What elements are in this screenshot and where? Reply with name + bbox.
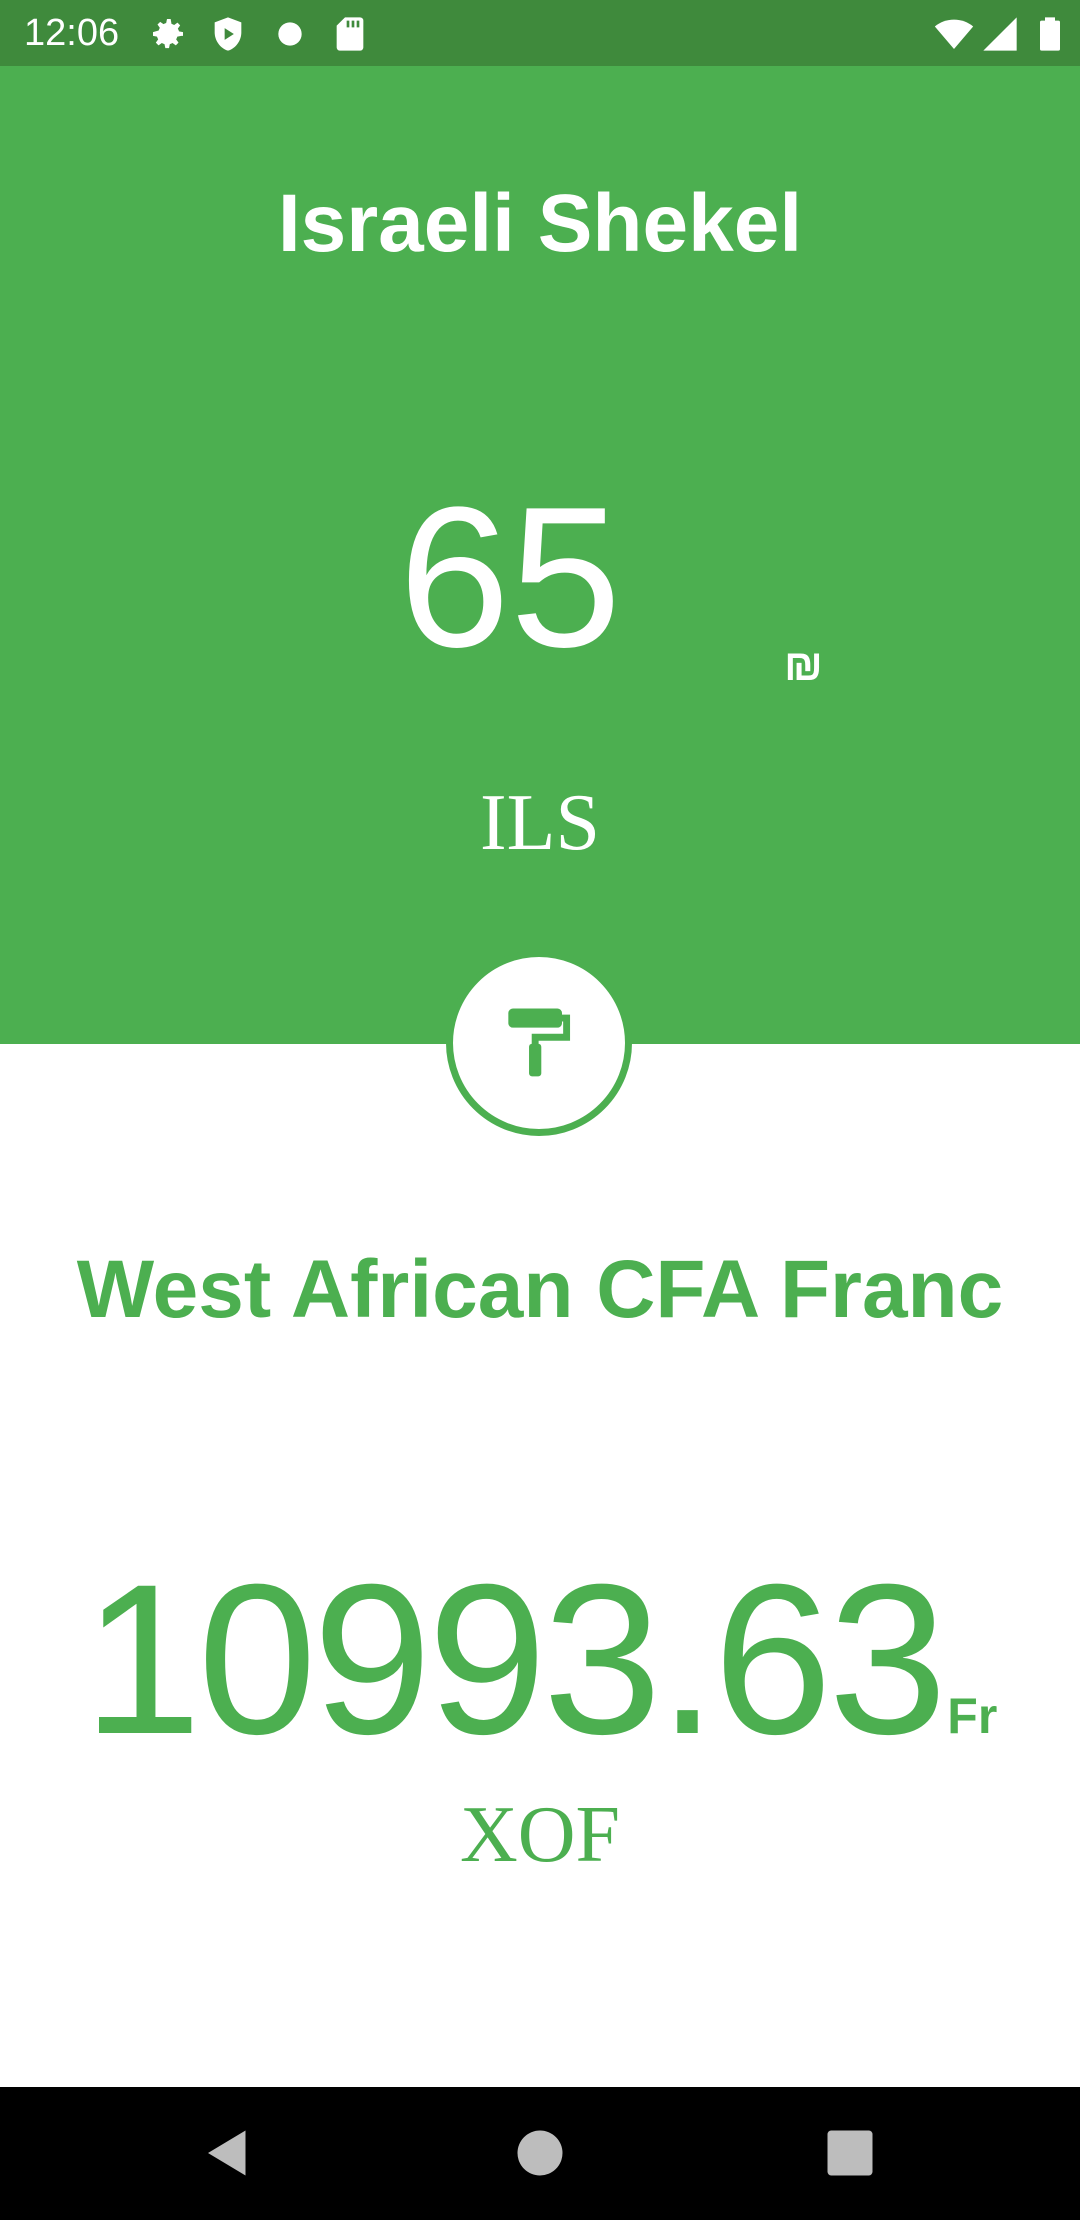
to-currency-symbol: Fr (947, 1688, 998, 1744)
dot-icon (278, 22, 302, 46)
settings-icon (153, 19, 183, 49)
status-bar: 12:06 (0, 0, 1080, 66)
to-amount: 10993.63 (82, 1540, 948, 1779)
swap-button[interactable] (446, 950, 632, 1136)
from-currency-name[interactable]: Israeli Shekel (0, 174, 1080, 274)
signal-icon (983, 17, 1017, 51)
status-time: 12:06 (24, 12, 120, 54)
wifi-icon (934, 19, 974, 49)
back-icon[interactable] (198, 2123, 258, 2183)
to-amount-row: 10993.63Fr (0, 1550, 1080, 1770)
to-currency-code: XOF (459, 1791, 621, 1879)
paint-roller-icon (508, 1008, 571, 1077)
navigation-bar (0, 2087, 1080, 2220)
from-currency-panel[interactable]: Israeli Shekel 65 ₪ ILS (0, 66, 1080, 1044)
shield-icon (214, 17, 242, 51)
from-currency-symbol: ₪ (784, 641, 823, 690)
to-currency-name[interactable]: West African CFA Franc (0, 1240, 1080, 1340)
sd-card-icon (336, 17, 364, 51)
recents-icon[interactable] (820, 2123, 880, 2183)
battery-icon (1040, 17, 1060, 51)
from-currency-code: ILS (480, 779, 600, 867)
home-icon[interactable] (510, 2123, 570, 2183)
from-amount[interactable]: 65 (340, 478, 680, 678)
